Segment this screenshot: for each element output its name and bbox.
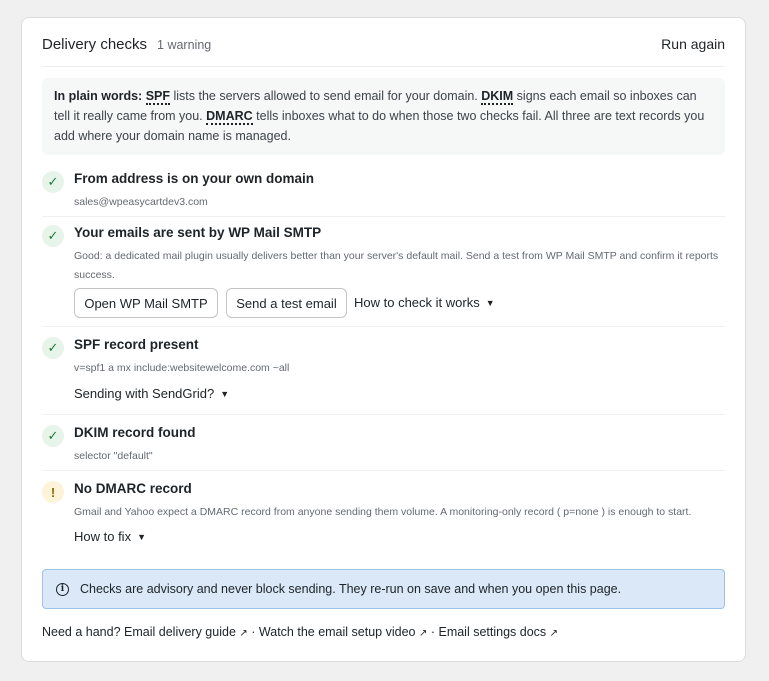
check-title: From address is on your own domain	[74, 171, 315, 186]
check-row-mail-plugin: ✓ Your emails are sent by WP Mail SMTP G…	[42, 223, 725, 327]
check-row-from-address: ✓ From address is on your own domain sal…	[42, 169, 725, 217]
notice-text: Checks are advisory and never block send…	[80, 582, 622, 596]
advisory-notice: i Checks are advisory and never block se…	[42, 569, 725, 609]
check-detail: Gmail and Yahoo expect a DMARC record fr…	[74, 506, 692, 518]
how-to-check-toggle[interactable]: How to check it works ▼	[354, 295, 495, 310]
toggle-label: How to fix	[74, 529, 132, 544]
email-settings-docs-link[interactable]: Email settings docs ↗	[438, 625, 558, 639]
check-detail: v=spf1 a mx include:websitewelcome.com ~…	[74, 362, 290, 374]
run-again-button[interactable]: Run again	[661, 36, 725, 52]
email-delivery-guide-link[interactable]: Email delivery guide ↗	[124, 625, 248, 639]
send-test-email-button[interactable]: Send a test email	[226, 288, 347, 318]
check-detail: sales@wpeasycartdev3.com	[74, 196, 208, 208]
check-row-dmarc: ! No DMARC record Gmail and Yahoo expect…	[42, 479, 725, 551]
check-icon: ✓	[42, 337, 64, 359]
footer-lead: Need a hand?	[42, 625, 121, 639]
open-wp-mail-smtp-button[interactable]: Open WP Mail SMTP	[74, 288, 218, 318]
separator: ·	[251, 625, 256, 639]
check-icon: ✓	[42, 171, 64, 193]
plain-words-explanation: In plain words: SPF lists the servers al…	[42, 78, 725, 155]
toggle-label: Sending with SendGrid?	[74, 386, 215, 401]
info-icon: i	[56, 582, 69, 596]
toggle-label: How to check it works	[354, 295, 480, 310]
spf-description: lists the servers allowed to send email …	[170, 89, 482, 103]
external-link-icon: ↗	[239, 628, 248, 639]
separator: ·	[430, 625, 435, 639]
chevron-down-icon: ▼	[137, 531, 146, 542]
help-footer: Need a hand? Email delivery guide ↗ · Wa…	[42, 625, 558, 639]
check-title: Your emails are sent by WP Mail SMTP	[74, 225, 322, 240]
explanation-lead: In plain words:	[54, 89, 143, 103]
external-link-icon: ↗	[418, 628, 428, 639]
email-setup-video-link[interactable]: Watch the email setup video ↗	[259, 625, 427, 639]
card-title: Delivery checks	[42, 36, 148, 53]
dkim-term[interactable]: DKIM	[481, 89, 514, 105]
check-row-dkim: ✓ DKIM record found selector "default"	[42, 423, 725, 471]
check-detail: Good: a dedicated mail plugin usually de…	[74, 250, 719, 281]
check-title: No DMARC record	[74, 481, 192, 496]
sendgrid-toggle[interactable]: Sending with SendGrid? ▼	[74, 386, 229, 401]
check-icon: ✓	[42, 425, 64, 447]
check-detail: selector "default"	[74, 450, 153, 462]
how-to-fix-toggle[interactable]: How to fix ▼	[74, 529, 146, 544]
chevron-down-icon: ▼	[485, 297, 495, 308]
external-link-icon: ↗	[549, 628, 559, 639]
dmarc-term[interactable]: DMARC	[206, 109, 253, 125]
card-header: Delivery checks 1 warning Run again	[42, 36, 725, 67]
check-title: SPF record present	[74, 337, 199, 352]
warning-count: 1 warning	[157, 38, 212, 52]
exclamation-icon: !	[42, 481, 64, 503]
check-title: DKIM record found	[74, 425, 196, 440]
delivery-checks-card: Delivery checks 1 warning Run again In p…	[21, 17, 746, 662]
check-icon: ✓	[42, 225, 64, 247]
spf-term[interactable]: SPF	[145, 89, 170, 105]
check-row-spf: ✓ SPF record present v=spf1 a mx include…	[42, 335, 725, 415]
chevron-down-icon: ▼	[220, 388, 230, 399]
